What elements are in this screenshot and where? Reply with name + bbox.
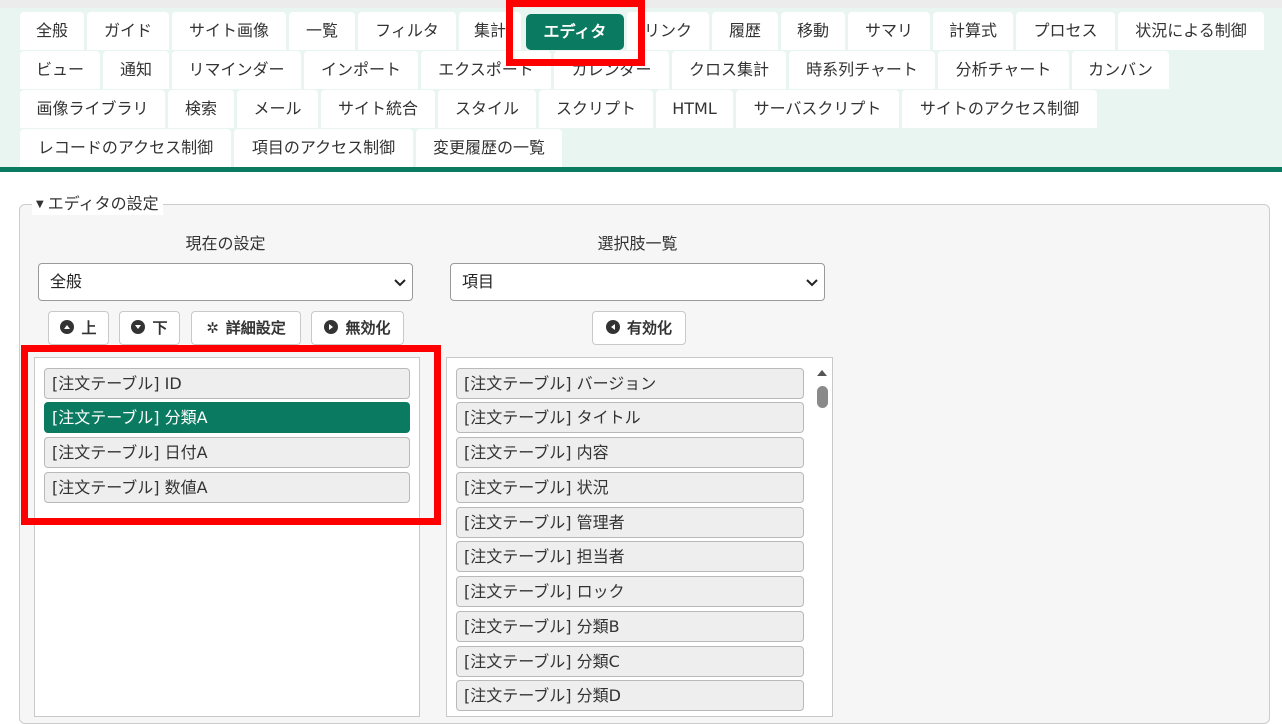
collapse-triangle-icon: ▼ (36, 199, 44, 210)
tab-aggregation[interactable]: 集計 (459, 12, 521, 50)
enable-button[interactable]: 有効化 (592, 311, 686, 345)
tab-notification[interactable]: 通知 (103, 51, 169, 89)
tab-kanban[interactable]: カンバン (1072, 51, 1169, 89)
current-item[interactable]: [注文テーブル] 日付A (44, 437, 410, 468)
tab-search[interactable]: 検索 (168, 90, 234, 128)
tab-export[interactable]: エクスポート (421, 51, 551, 89)
tab-record-access-control[interactable]: レコードのアクセス制御 (20, 129, 231, 167)
choice-item[interactable]: [注文テーブル] 担当者 (456, 541, 804, 572)
tab-site-image[interactable]: サイト画像 (172, 12, 286, 50)
chevron-down-icon (394, 279, 406, 287)
move-down-button[interactable]: 下 (119, 311, 180, 345)
arrow-up-icon (60, 320, 75, 334)
tab-bar-divider (0, 167, 1282, 172)
choices-select-value: 項目 (462, 272, 495, 291)
tab-general[interactable]: 全般 (20, 12, 84, 50)
tab-site-integration[interactable]: サイト統合 (321, 90, 435, 128)
tab-column-access-control[interactable]: 項目のアクセス制御 (234, 129, 413, 167)
choice-item[interactable]: [注文テーブル] バージョン (456, 368, 804, 399)
current-item-selected[interactable]: [注文テーブル] 分類A (44, 402, 410, 433)
tab-server-script[interactable]: サーバスクリプト (736, 90, 899, 128)
tab-change-history-list[interactable]: 変更履歴の一覧 (416, 129, 562, 167)
section-title: エディタの設定 (47, 194, 159, 213)
tab-crosstab[interactable]: クロス集計 (672, 51, 786, 89)
tab-link[interactable]: リンク (627, 12, 709, 50)
choice-item[interactable]: [注文テーブル] タイトル (456, 402, 804, 433)
arrow-down-icon (131, 320, 146, 334)
current-settings-heading: 現在の設定 (185, 234, 266, 253)
tab-reminder[interactable]: リマインダー (172, 51, 301, 89)
tab-html[interactable]: HTML (656, 90, 733, 128)
tab-timeseries-chart[interactable]: 時系列チャート (789, 51, 935, 89)
detail-settings-button[interactable]: ✲ 詳細設定 (191, 311, 301, 345)
choice-item[interactable]: [注文テーブル] 状況 (456, 472, 804, 503)
scroll-up-arrow-icon[interactable] (816, 368, 828, 378)
current-item[interactable]: [注文テーブル] ID (44, 368, 410, 399)
choices-heading: 選択肢一覧 (597, 234, 678, 253)
current-settings-select[interactable]: 全般 (38, 263, 413, 301)
arrow-right-icon (324, 320, 339, 334)
tab-guide[interactable]: ガイド (87, 12, 169, 50)
current-settings-select-value: 全般 (50, 272, 83, 291)
tab-list[interactable]: 一覧 (289, 12, 355, 50)
tab-formula[interactable]: 計算式 (933, 12, 1013, 50)
tab-import[interactable]: インポート (304, 51, 418, 89)
tab-view[interactable]: ビュー (20, 51, 100, 89)
choice-item[interactable]: [注文テーブル] ロック (456, 576, 804, 607)
tab-style[interactable]: スタイル (438, 90, 536, 128)
tab-image-library[interactable]: 画像ライブラリ (20, 90, 165, 128)
choice-item[interactable]: [注文テーブル] 分類B (456, 611, 804, 642)
tab-script[interactable]: スクリプト (539, 90, 653, 128)
tab-status-control[interactable]: 状況による制御 (1118, 12, 1264, 50)
tab-editor[interactable]: エディタ (526, 14, 624, 50)
tab-calendar[interactable]: カレンダー (554, 51, 669, 89)
move-up-button[interactable]: 上 (48, 311, 109, 345)
tab-analysis-chart[interactable]: 分析チャート (938, 51, 1069, 89)
tab-filter[interactable]: フィルタ (358, 12, 456, 50)
tab-history[interactable]: 履歴 (712, 12, 778, 50)
tab-summary[interactable]: サマリ (848, 12, 930, 50)
choice-item[interactable]: [注文テーブル] 内容 (456, 437, 804, 468)
choice-item[interactable]: [注文テーブル] 分類D (456, 680, 804, 711)
gear-icon: ✲ (206, 319, 219, 337)
tab-mail[interactable]: メール (237, 90, 318, 128)
tab-process[interactable]: プロセス (1016, 12, 1115, 50)
tab-site-access-control[interactable]: サイトのアクセス制御 (902, 90, 1097, 128)
choices-select[interactable]: 項目 (450, 263, 825, 301)
scrollbar-thumb[interactable] (817, 386, 828, 408)
disable-button[interactable]: 無効化 (311, 311, 404, 345)
section-header[interactable]: ▼ エディタの設定 (32, 193, 163, 215)
choice-item[interactable]: [注文テーブル] 分類C (456, 646, 804, 677)
arrow-left-icon (605, 320, 620, 334)
choice-item[interactable]: [注文テーブル] 管理者 (456, 507, 804, 538)
tab-move[interactable]: 移動 (781, 12, 845, 50)
current-item[interactable]: [注文テーブル] 数値A (44, 472, 410, 503)
chevron-down-icon (806, 279, 818, 287)
